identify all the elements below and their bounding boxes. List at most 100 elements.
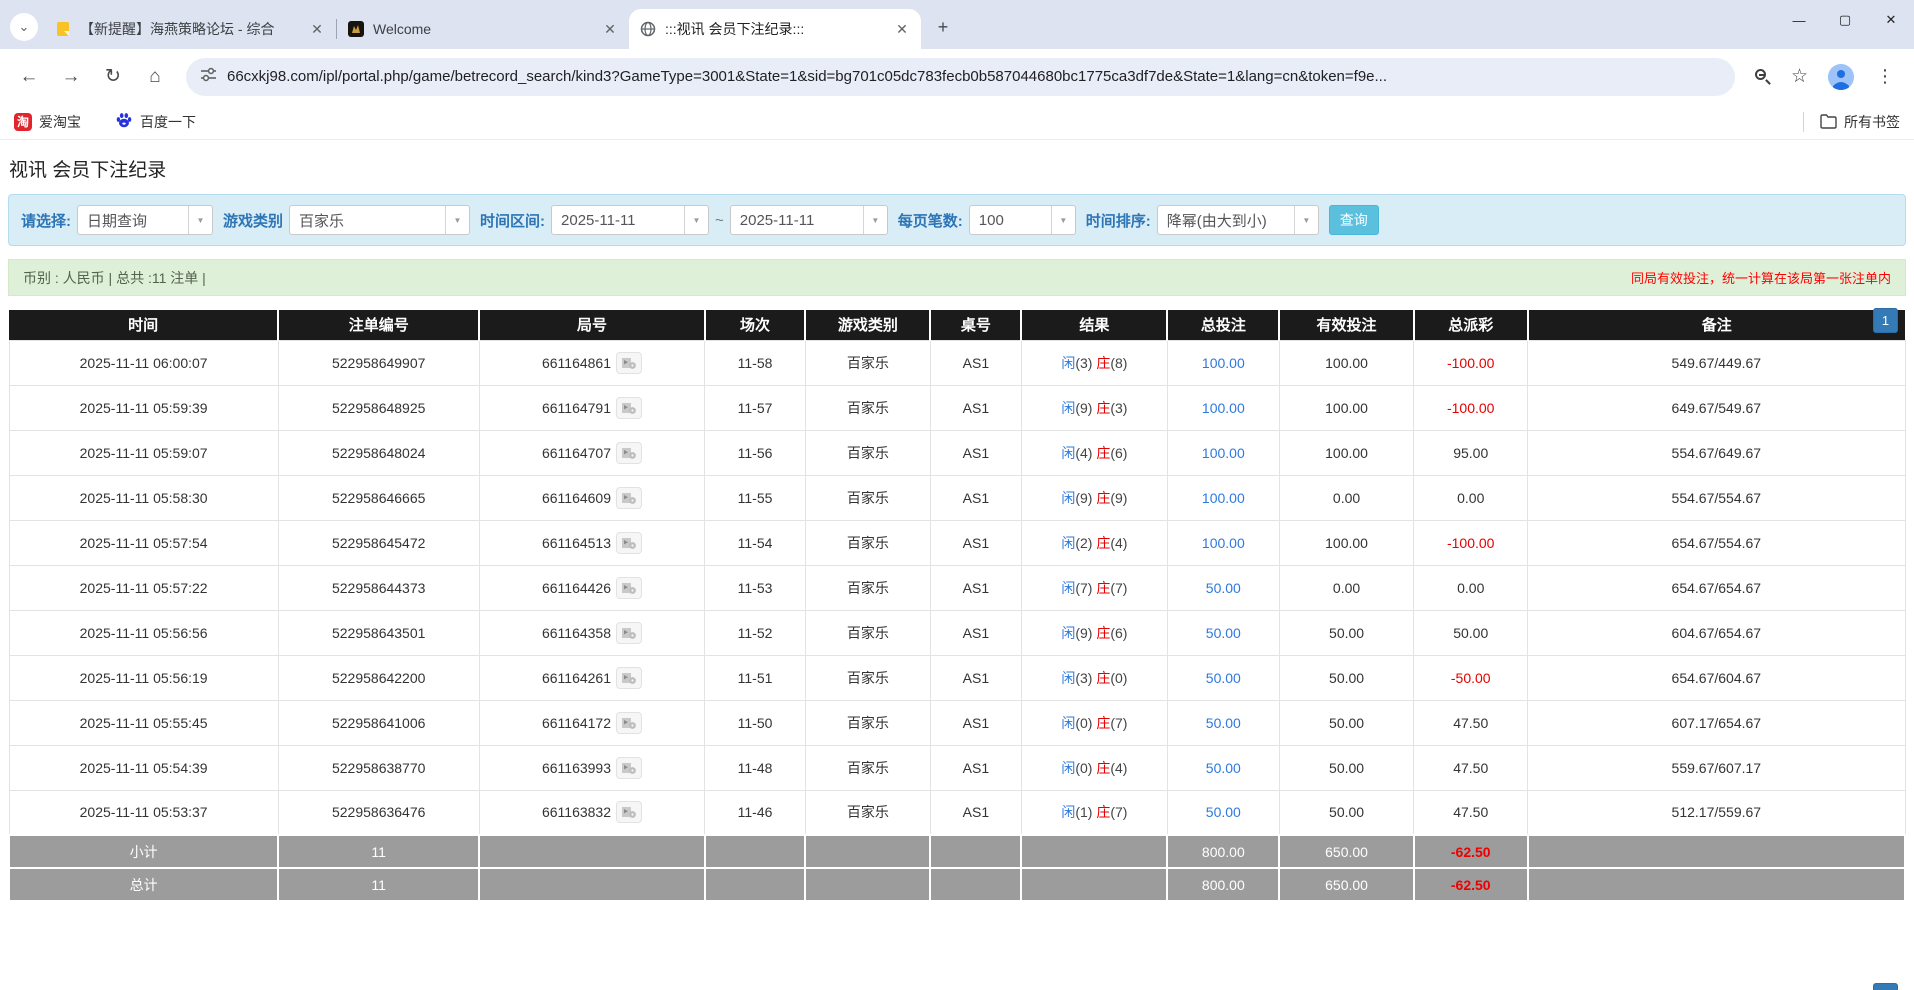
bet-time: 2025-11-11 05:57:54 [8, 519, 279, 566]
column-header-6: 结果 [1020, 310, 1168, 340]
payout: 95.00 [1413, 429, 1529, 476]
per-page-select[interactable]: 100 ▼ [968, 205, 1076, 235]
game-type: 百家乐 [804, 519, 931, 566]
total-bet[interactable]: 50.00 [1166, 609, 1280, 656]
bookmarks-divider [1803, 111, 1804, 132]
time-sort-select[interactable]: 降幂(由大到小) ▼ [1156, 205, 1319, 235]
total-bet[interactable]: 50.00 [1166, 744, 1280, 791]
welcome-favicon-icon [347, 20, 365, 38]
game-type-select[interactable]: 百家乐 ▼ [289, 205, 471, 235]
zoom-icon[interactable] [1754, 68, 1771, 85]
session-number: 11-48 [704, 744, 806, 791]
total-bet[interactable]: 100.00 [1166, 429, 1280, 476]
game-type: 百家乐 [804, 339, 931, 386]
close-button[interactable]: ✕ [1868, 0, 1914, 40]
chevron-down-icon[interactable]: ▼ [684, 206, 708, 234]
total-bet[interactable]: 100.00 [1166, 519, 1280, 566]
bet-id: 522958645472 [277, 519, 480, 566]
video-replay-icon[interactable] [616, 531, 643, 554]
remark: 654.67/654.67 [1527, 564, 1906, 611]
video-replay-icon[interactable] [616, 396, 643, 419]
total-bet[interactable]: 100.00 [1166, 339, 1280, 386]
browser-tab-1[interactable]: 【新提醒】海燕策略论坛 - 综合 ✕ [44, 9, 336, 49]
maximize-button[interactable]: ▢ [1822, 0, 1868, 40]
video-replay-icon[interactable] [616, 666, 643, 689]
session-number: 11-58 [704, 339, 806, 386]
bet-id: 522958646665 [277, 474, 480, 521]
total-bet[interactable]: 50.00 [1166, 654, 1280, 701]
session-number: 11-57 [704, 384, 806, 431]
back-icon[interactable]: ← [12, 60, 46, 94]
new-tab-button[interactable]: + [929, 13, 957, 41]
date-to-input[interactable]: 2025-11-11 ▼ [729, 205, 888, 235]
summary-bar: 币别 : 人民币 | 总共 :11 注单 | 同局有效投注，统一计算在该局第一张… [8, 259, 1906, 296]
tab-search-icon[interactable]: ⌄ [10, 13, 38, 41]
bookmark-baidu[interactable]: 百度一下 [115, 111, 196, 132]
window-controls: — ▢ ✕ [1776, 0, 1914, 40]
video-replay-icon[interactable] [616, 711, 643, 734]
video-replay-icon[interactable] [616, 486, 643, 509]
date-from-input[interactable]: 2025-11-11 ▼ [551, 205, 710, 235]
reload-icon[interactable]: ↻ [96, 60, 130, 94]
browser-tab-2[interactable]: Welcome ✕ [337, 9, 629, 49]
video-replay-icon[interactable] [616, 441, 643, 464]
minimize-button[interactable]: — [1776, 0, 1822, 40]
video-replay-icon[interactable] [616, 351, 643, 374]
valid-bet: 100.00 [1278, 339, 1415, 386]
video-replay-icon[interactable] [616, 621, 643, 644]
query-button[interactable]: 查询 [1328, 205, 1379, 235]
chrome-menu-icon[interactable]: ⋮ [1868, 66, 1902, 87]
round-cell: 661164358 [478, 609, 706, 656]
column-header-4: 游戏类别 [804, 310, 931, 340]
chevron-down-icon[interactable]: ▼ [188, 206, 212, 234]
table-row: 2025-11-11 05:54:39 522958638770 661163993… [8, 744, 1906, 791]
round-cell: 661164513 [478, 519, 706, 566]
home-icon[interactable]: ⌂ [138, 60, 172, 94]
video-replay-icon[interactable] [616, 801, 643, 824]
tab-close-icon[interactable]: ✕ [308, 20, 326, 38]
total-bet[interactable]: 50.00 [1166, 564, 1280, 611]
site-settings-icon[interactable] [200, 66, 217, 88]
video-replay-icon[interactable] [616, 756, 643, 779]
bookmark-star-icon[interactable]: ☆ [1791, 65, 1808, 88]
browser-tab-3-active[interactable]: :::视讯 会员下注纪录::: ✕ [629, 9, 921, 49]
table-code: AS1 [929, 384, 1022, 431]
bookmark-label: 百度一下 [140, 113, 196, 130]
page-1-button[interactable]: 1 [1873, 983, 1898, 990]
total-bet[interactable]: 100.00 [1166, 474, 1280, 521]
forward-icon[interactable]: → [54, 60, 88, 94]
url-text[interactable]: 66cxkj98.com/ipl/portal.php/game/betreco… [227, 68, 1721, 85]
query-mode-select[interactable]: 日期查询 ▼ [77, 205, 213, 235]
session-number: 11-53 [704, 564, 806, 611]
tab-close-icon[interactable]: ✕ [601, 20, 619, 38]
subtotal-valid-bet: 650.00 [1278, 834, 1415, 869]
table-row: 2025-11-11 05:58:30 522958646665 661164609… [8, 474, 1906, 521]
round-id: 661164513 [541, 534, 612, 551]
all-bookmarks-button[interactable]: 所有书签 [1820, 112, 1900, 132]
total-bet[interactable]: 50.00 [1166, 699, 1280, 746]
tab-close-icon[interactable]: ✕ [893, 20, 911, 38]
empty-cell [929, 834, 1023, 869]
total-bet[interactable]: 50.00 [1166, 789, 1280, 836]
bet-id: 522958636476 [277, 789, 480, 836]
chevron-down-icon[interactable]: ▼ [862, 206, 887, 234]
chevron-down-icon[interactable]: ▼ [1050, 206, 1075, 234]
table-code: AS1 [929, 429, 1022, 476]
chevron-down-icon[interactable]: ▼ [1293, 206, 1318, 234]
total-bet[interactable]: 100.00 [1166, 384, 1280, 431]
game-type: 百家乐 [804, 744, 931, 791]
total-count: 11 [277, 867, 481, 902]
bet-id: 522958638770 [277, 744, 480, 791]
browser-tab-strip: ⌄ 【新提醒】海燕策略论坛 - 综合 ✕ Welcome ✕ :::视讯 会员下… [0, 0, 1914, 49]
profile-avatar[interactable] [1828, 63, 1854, 90]
chevron-down-icon[interactable]: ▼ [445, 206, 469, 234]
browser-toolbar: ← → ↻ ⌂ 66cxkj98.com/ipl/portal.php/game… [0, 49, 1914, 104]
select-type-label: 请选择: [21, 212, 71, 230]
empty-cell [804, 834, 932, 869]
valid-bet-note: 同局有效投注，统一计算在该局第一张注单内 [1630, 271, 1891, 286]
empty-cell [1020, 834, 1169, 869]
bookmark-taobao[interactable]: 淘 爱淘宝 [14, 112, 81, 132]
page-1-button[interactable]: 1 [1873, 308, 1898, 333]
video-replay-icon[interactable] [616, 576, 643, 599]
address-bar[interactable]: 66cxkj98.com/ipl/portal.php/game/betreco… [186, 57, 1735, 96]
